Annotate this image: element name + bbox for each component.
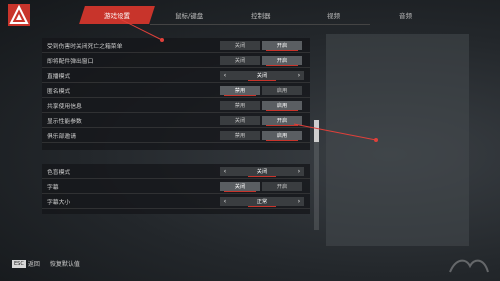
esc-key-icon: ESC xyxy=(12,259,26,268)
annotation-arrows xyxy=(111,14,377,141)
annotation-dot xyxy=(374,138,378,142)
footer-bar: ESC 返回 恢复默认值 xyxy=(12,259,80,268)
reset-defaults-button[interactable]: 恢复默认值 xyxy=(50,259,80,268)
annotation-dot xyxy=(160,38,164,42)
back-button[interactable]: 返回 xyxy=(28,259,40,268)
watermark-logo xyxy=(449,259,489,273)
